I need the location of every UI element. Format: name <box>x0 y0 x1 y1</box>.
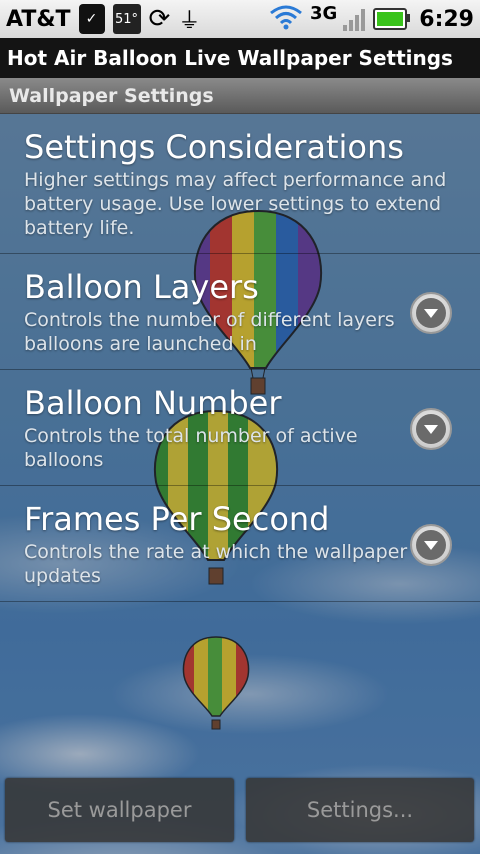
setting-summary: Controls the rate at which the wallpaper… <box>24 541 408 587</box>
wifi-icon <box>268 4 304 34</box>
set-wallpaper-button[interactable]: Set wallpaper <box>5 778 234 842</box>
setting-item-frames-per-second[interactable]: Frames Per Second Controls the rate at w… <box>0 486 480 602</box>
clock: 6:29 <box>419 6 474 32</box>
setting-summary: Controls the total number of active ball… <box>24 425 358 471</box>
hot-air-balloon-image <box>182 636 250 730</box>
frames-per-second-dropdown-button[interactable] <box>410 524 452 566</box>
battery-icon <box>373 8 411 30</box>
setting-summary: Higher settings may affect performance a… <box>24 169 447 239</box>
chevron-down-icon <box>423 420 439 439</box>
signal-icon <box>343 7 366 31</box>
settings-list: Settings Considerations Higher settings … <box>0 114 480 602</box>
carrier-name: AT&T <box>6 6 71 32</box>
network-type: 3G <box>309 2 338 24</box>
setting-summary: Controls the number of different layers … <box>24 309 395 355</box>
chevron-down-icon <box>423 304 439 323</box>
setting-title: Balloon Layers <box>24 268 259 306</box>
sync-icon: ⟳ <box>148 4 171 34</box>
usb-icon: ⏚ <box>178 9 201 34</box>
setting-item-balloon-layers[interactable]: Balloon Layers Controls the number of di… <box>0 254 480 370</box>
setting-item-balloon-number[interactable]: Balloon Number Controls the total number… <box>0 370 480 486</box>
window-title: Hot Air Balloon Live Wallpaper Settings <box>0 38 480 78</box>
balloon-number-dropdown-button[interactable] <box>410 408 452 450</box>
weather-icon: 51° <box>112 4 141 34</box>
section-header: Wallpaper Settings <box>0 78 480 114</box>
setting-title: Balloon Number <box>24 384 282 422</box>
bottom-button-bar: Set wallpaper Settings... <box>0 774 480 854</box>
balloon-layers-dropdown-button[interactable] <box>410 292 452 334</box>
setting-title: Frames Per Second <box>24 500 330 538</box>
setting-title: Settings Considerations <box>24 128 404 166</box>
status-bar: AT&T ✓ 51° ⟳ ⏚ 3G 6:29 <box>0 0 480 38</box>
shopping-bag-icon: ✓ <box>78 4 105 34</box>
settings-button[interactable]: Settings... <box>246 778 474 842</box>
chevron-down-icon <box>423 536 439 555</box>
setting-item-considerations[interactable]: Settings Considerations Higher settings … <box>0 114 480 254</box>
